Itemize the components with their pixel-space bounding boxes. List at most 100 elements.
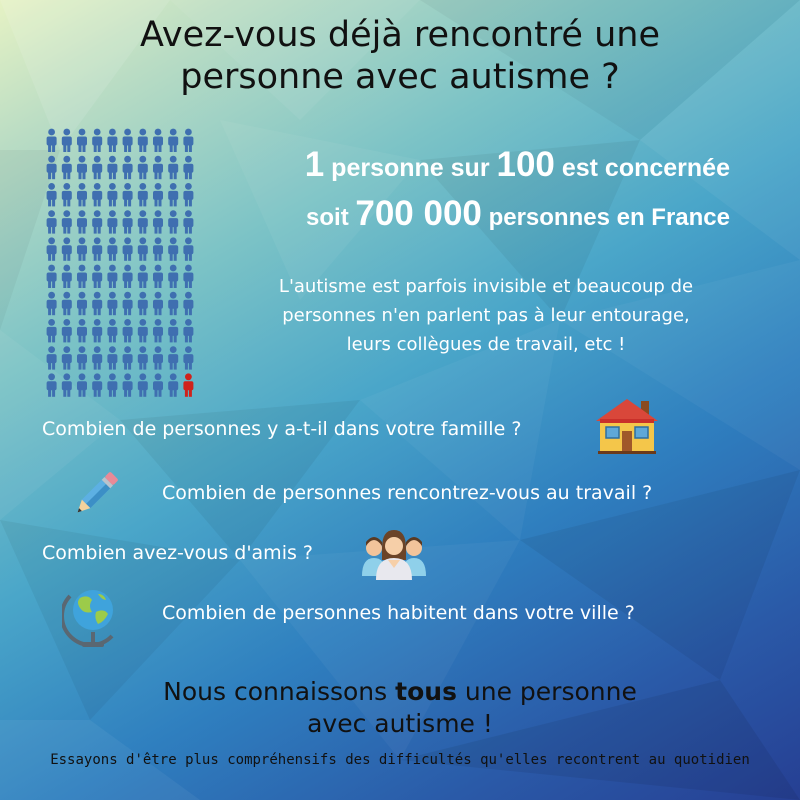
- person-icon: [168, 237, 179, 261]
- person-icon: [122, 183, 133, 207]
- person-icon: [61, 264, 72, 288]
- person-icon: [168, 210, 179, 234]
- person-icon: [183, 183, 194, 207]
- person-icon: [107, 237, 118, 261]
- person-icon: [122, 237, 133, 261]
- person-icon: [153, 183, 163, 207]
- title-line-1: Avez-vous déjà rencontré une: [140, 15, 660, 55]
- people-grid-icon: [46, 128, 194, 397]
- stat-text: personne sur: [324, 154, 497, 182]
- person-icon: [183, 346, 194, 370]
- person-icon: [61, 319, 72, 343]
- person-icon: [137, 183, 148, 207]
- person-icon: [61, 291, 72, 316]
- paragraph-line: personnes n'en parlent pas à leur entour…: [282, 305, 690, 326]
- person-icon: [122, 210, 133, 234]
- person-icon: [168, 128, 179, 152]
- person-icon: [61, 373, 72, 397]
- person-icon: [168, 319, 179, 343]
- person-icon: [77, 128, 87, 152]
- conclusion-text: Nous connaissons: [163, 677, 396, 706]
- person-icon: [107, 319, 118, 343]
- person-icon: [183, 128, 194, 152]
- person-icon: [153, 210, 163, 234]
- person-icon: [46, 346, 57, 370]
- person-icon: [137, 237, 148, 261]
- stat-number-france: 700 000: [355, 194, 482, 233]
- person-icon: [46, 210, 57, 234]
- person-icon: [61, 346, 72, 370]
- conclusion-text: une personne: [456, 677, 637, 706]
- person-icon: [137, 373, 148, 397]
- person-icon: [61, 128, 72, 152]
- person-icon: [77, 183, 87, 207]
- person-icon: [122, 319, 133, 343]
- conclusion: Nous connaissons tous une personne avec …: [0, 676, 800, 740]
- person-icon: [77, 237, 87, 261]
- person-icon: [137, 128, 148, 152]
- person-icon: [137, 291, 148, 316]
- title-line-2: personne avec autisme ?: [180, 57, 620, 97]
- person-icon: [92, 319, 103, 343]
- infographic: Avez-vous déjà rencontré une personne av…: [0, 0, 800, 800]
- person-icon: [77, 155, 87, 180]
- person-icon: [92, 291, 103, 316]
- person-highlighted-icon: [183, 373, 194, 397]
- person-icon: [137, 210, 148, 234]
- person-icon: [122, 291, 133, 316]
- person-icon: [107, 346, 118, 370]
- person-icon: [92, 210, 103, 234]
- stat-text: personnes en France: [481, 204, 730, 231]
- person-icon: [107, 264, 118, 288]
- person-icon: [168, 155, 179, 180]
- person-icon: [183, 210, 194, 234]
- person-icon: [122, 264, 133, 288]
- person-icon: [107, 291, 118, 316]
- person-icon: [137, 155, 148, 180]
- person-icon: [77, 319, 87, 343]
- stat-text: est concernée: [554, 154, 730, 182]
- paragraph-line: L'autisme est parfois invisible et beauc…: [278, 276, 694, 297]
- group-of-friends-icon: [362, 530, 426, 580]
- stat-number-hundred: 100: [496, 145, 555, 184]
- person-icon: [183, 264, 194, 288]
- person-icon: [77, 346, 87, 370]
- question-famille: Combien de personnes y a-t-il dans votre…: [42, 418, 522, 440]
- stat-text: soit: [306, 204, 356, 231]
- person-icon: [168, 346, 179, 370]
- invisibility-paragraph: L'autisme est parfois invisible et beauc…: [248, 272, 724, 359]
- person-icon: [77, 210, 87, 234]
- person-icon: [107, 373, 118, 397]
- person-icon: [107, 210, 118, 234]
- person-icon: [46, 183, 57, 207]
- person-icon: [153, 128, 163, 152]
- person-icon: [61, 237, 72, 261]
- person-icon: [183, 319, 194, 343]
- conclusion-line-2: avec autisme !: [307, 709, 493, 738]
- paragraph-line: leurs collègues de travail, etc !: [346, 334, 626, 355]
- person-icon: [153, 319, 163, 343]
- person-icon: [153, 291, 163, 316]
- house-icon: [596, 399, 658, 454]
- person-icon: [153, 264, 163, 288]
- person-icon: [92, 373, 103, 397]
- person-icon: [46, 128, 57, 152]
- footer-note: Essayons d'être plus compréhensifs des d…: [50, 752, 750, 768]
- conclusion-line-1: Nous connaissons tous une personne: [0, 676, 800, 708]
- person-icon: [168, 264, 179, 288]
- pencil-icon: [77, 472, 118, 513]
- stat-france: soit 700 000 personnes en France: [200, 195, 730, 237]
- person-icon: [46, 291, 57, 316]
- person-icon: [46, 237, 57, 261]
- person-icon: [122, 346, 133, 370]
- person-icon: [122, 128, 133, 152]
- conclusion-emphasis: tous: [395, 677, 457, 706]
- person-icon: [77, 373, 87, 397]
- person-icon: [77, 291, 87, 316]
- person-icon: [183, 155, 194, 180]
- person-icon: [46, 373, 57, 397]
- person-icon: [168, 373, 179, 397]
- person-icon: [168, 183, 179, 207]
- person-icon: [92, 128, 103, 152]
- person-icon: [92, 346, 103, 370]
